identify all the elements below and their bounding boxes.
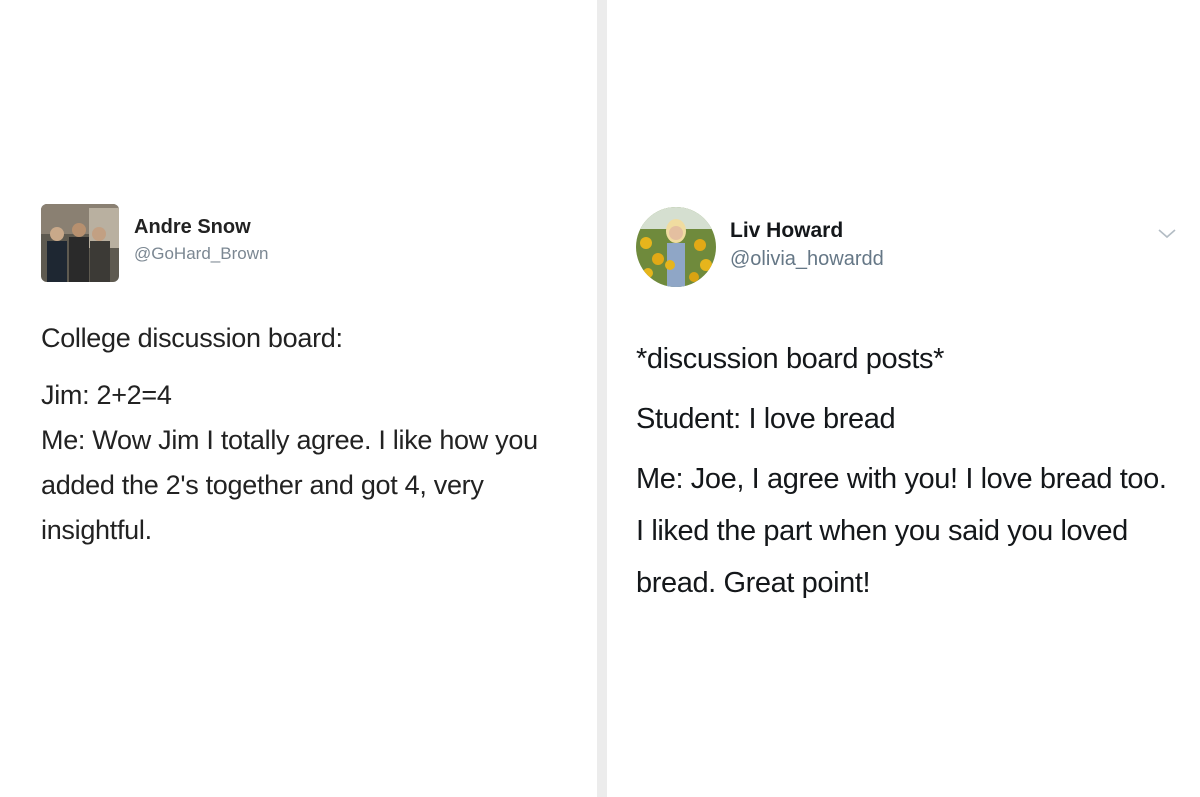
tweet-line: *discussion board posts* (636, 343, 944, 375)
tweet-line: Student: I love bread (636, 403, 896, 435)
tweet-text: *discussion board posts* Student: I love… (636, 333, 1181, 609)
author-name[interactable]: Andre Snow (134, 216, 251, 239)
chevron-down-icon (1158, 229, 1176, 239)
left-tweet-card: Andre Snow @GoHard_Brown College discuss… (0, 0, 597, 797)
panel-divider (597, 0, 607, 797)
tweet-line: College discussion board: (41, 323, 343, 353)
avatar-liv-howard[interactable] (636, 207, 716, 287)
author-handle[interactable]: @olivia_howardd (730, 248, 884, 271)
tweet-menu-button[interactable] (1155, 223, 1179, 243)
tweet-line: Jim: 2+2=4 (41, 380, 172, 410)
tweet-text: College discussion board: Jim: 2+2=4 Me:… (41, 316, 561, 553)
tweet-line: Me: Joe, I agree with you! I love bread … (636, 463, 1167, 599)
right-tweet-card: Liv Howard @olivia_howardd *discussion b… (607, 0, 1200, 797)
group-photo-avatar-icon (41, 204, 119, 282)
tweet-line: Me: Wow Jim I totally agree. I like how … (41, 425, 538, 545)
author-name[interactable]: Liv Howard (730, 219, 843, 243)
avatar-andre-snow[interactable] (41, 204, 119, 282)
author-handle[interactable]: @GoHard_Brown (134, 244, 268, 264)
sunflower-field-avatar-icon (636, 207, 716, 287)
